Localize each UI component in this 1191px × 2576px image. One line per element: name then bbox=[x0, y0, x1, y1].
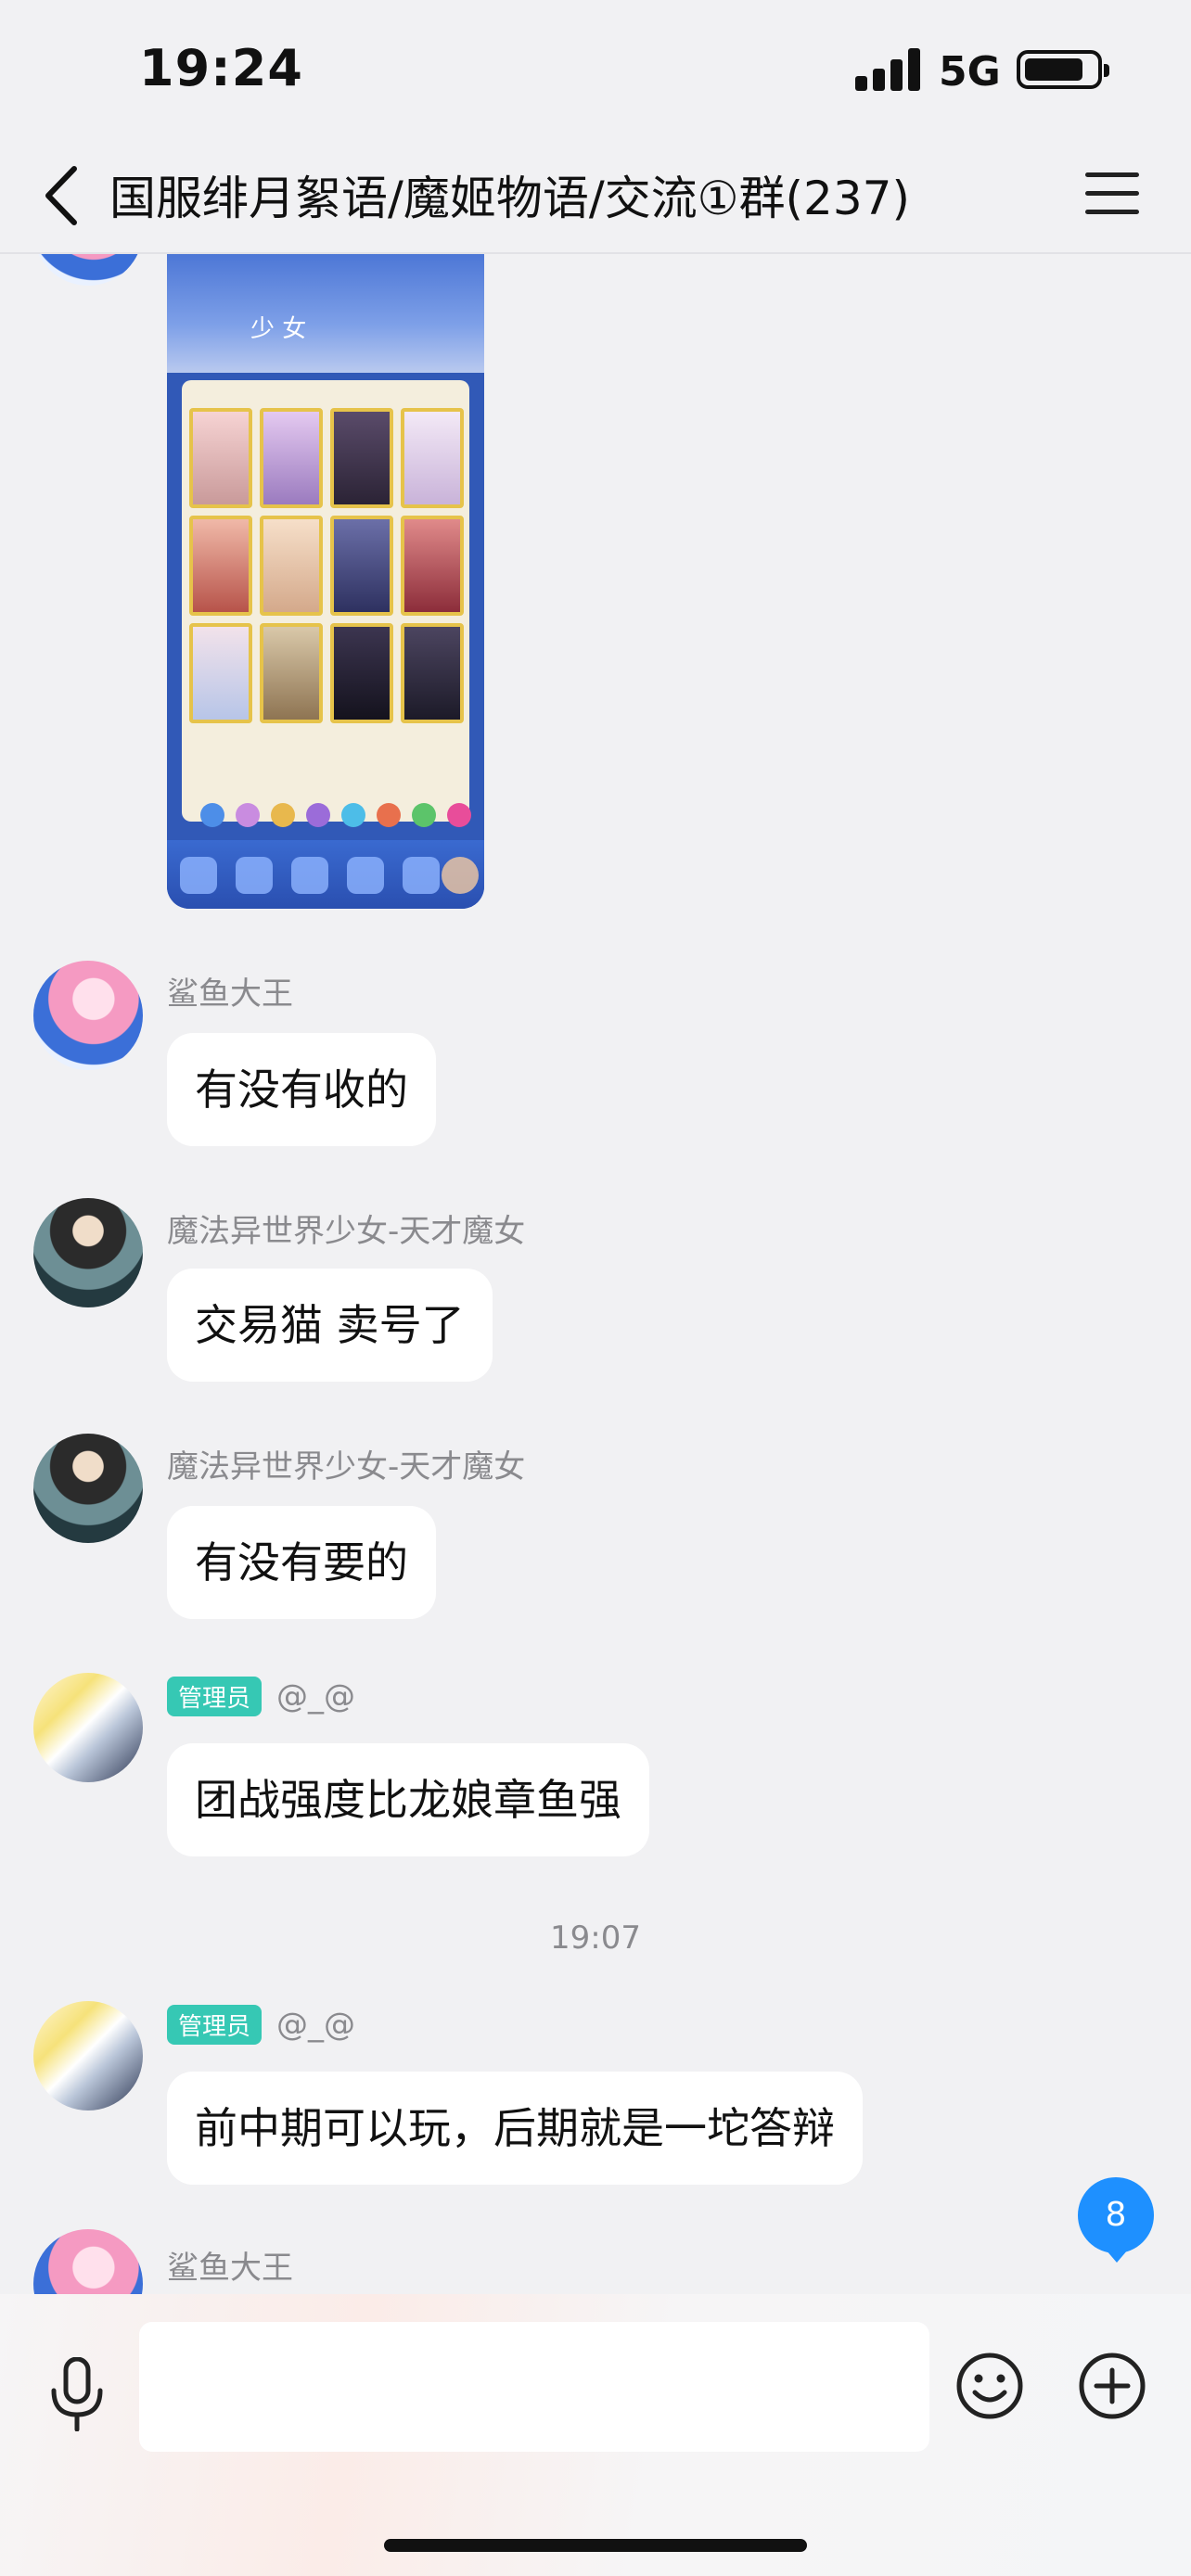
message-bubble[interactable]: 有没有要的 bbox=[167, 1506, 436, 1619]
menu-icon[interactable] bbox=[1085, 171, 1139, 217]
timestamp: 19:07 bbox=[550, 1919, 641, 1957]
avatar[interactable] bbox=[33, 1434, 143, 1543]
game-bottom-nav bbox=[167, 840, 484, 909]
network-type: 5G bbox=[939, 48, 1001, 96]
avatar[interactable] bbox=[33, 254, 143, 286]
shared-image[interactable]: 少 女 bbox=[167, 254, 484, 909]
message-input[interactable] bbox=[139, 2322, 929, 2452]
element-filter-row bbox=[200, 803, 471, 829]
sender-line: 管理员 @_@ bbox=[167, 1677, 355, 1716]
status-bar: 19:24 5G bbox=[0, 0, 1191, 139]
banner-text: 少 女 bbox=[250, 315, 307, 343]
message-list[interactable]: 少 女 鲨鱼大王 有没有收的 魔法异世界少女-天才魔女 交易猫 卖号了 魔法异世… bbox=[0, 254, 1191, 2294]
character-card bbox=[260, 408, 323, 508]
message-bubble[interactable]: 有没有收的 bbox=[167, 1033, 436, 1146]
sender-name: @_@ bbox=[276, 1677, 356, 1715]
character-card bbox=[330, 408, 393, 508]
character-card bbox=[330, 623, 393, 723]
character-card bbox=[189, 516, 252, 616]
character-card bbox=[401, 623, 464, 723]
avatar[interactable] bbox=[33, 1673, 143, 1782]
message-bubble[interactable]: 团战强度比龙娘章鱼强 bbox=[167, 1743, 649, 1856]
group-title[interactable]: 国服绯月絮语/魔姬物语/交流①群(237) bbox=[109, 161, 1018, 228]
avatar[interactable] bbox=[33, 2229, 143, 2294]
message-bubble[interactable]: 交易猫 卖号了 bbox=[167, 1269, 493, 1382]
image-banner: 少 女 bbox=[167, 254, 484, 373]
input-bar bbox=[0, 2294, 1191, 2576]
character-card bbox=[260, 516, 323, 616]
unread-count-badge[interactable]: 8 bbox=[1078, 2177, 1154, 2263]
microphone-icon[interactable] bbox=[46, 2357, 108, 2431]
admin-badge: 管理员 bbox=[167, 1677, 263, 1716]
avatar[interactable] bbox=[33, 961, 143, 1070]
back-chevron-icon[interactable] bbox=[39, 163, 85, 228]
admin-badge: 管理员 bbox=[167, 2005, 263, 2045]
signal-icon bbox=[855, 48, 922, 91]
emoji-icon[interactable] bbox=[955, 2352, 1024, 2420]
character-card bbox=[330, 516, 393, 616]
plus-icon[interactable] bbox=[1078, 2352, 1146, 2420]
sender-line: 管理员 @_@ bbox=[167, 2005, 355, 2045]
character-card bbox=[189, 623, 252, 723]
avatar[interactable] bbox=[33, 2001, 143, 2111]
character-card bbox=[401, 408, 464, 508]
sender-name: 鲨鱼大王 bbox=[167, 976, 293, 1013]
chat-header: 国服绯月絮语/魔姬物语/交流①群(237) bbox=[0, 139, 1191, 254]
message-bubble[interactable]: 前中期可以玩，后期就是一坨答辩 bbox=[167, 2072, 863, 2185]
sender-name: 魔法异世界少女-天才魔女 bbox=[167, 1448, 526, 1486]
home-indicator[interactable] bbox=[384, 2539, 807, 2552]
battery-icon bbox=[1017, 50, 1109, 89]
character-card bbox=[189, 408, 252, 508]
sender-name: 魔法异世界少女-天才魔女 bbox=[167, 1213, 526, 1250]
status-time: 19:24 bbox=[139, 39, 303, 97]
sender-name: @_@ bbox=[276, 2006, 356, 2044]
character-card bbox=[260, 623, 323, 723]
avatar[interactable] bbox=[33, 1198, 143, 1307]
sender-name: 鲨鱼大王 bbox=[167, 2250, 293, 2287]
character-card bbox=[401, 516, 464, 616]
character-grid-panel bbox=[182, 380, 471, 827]
